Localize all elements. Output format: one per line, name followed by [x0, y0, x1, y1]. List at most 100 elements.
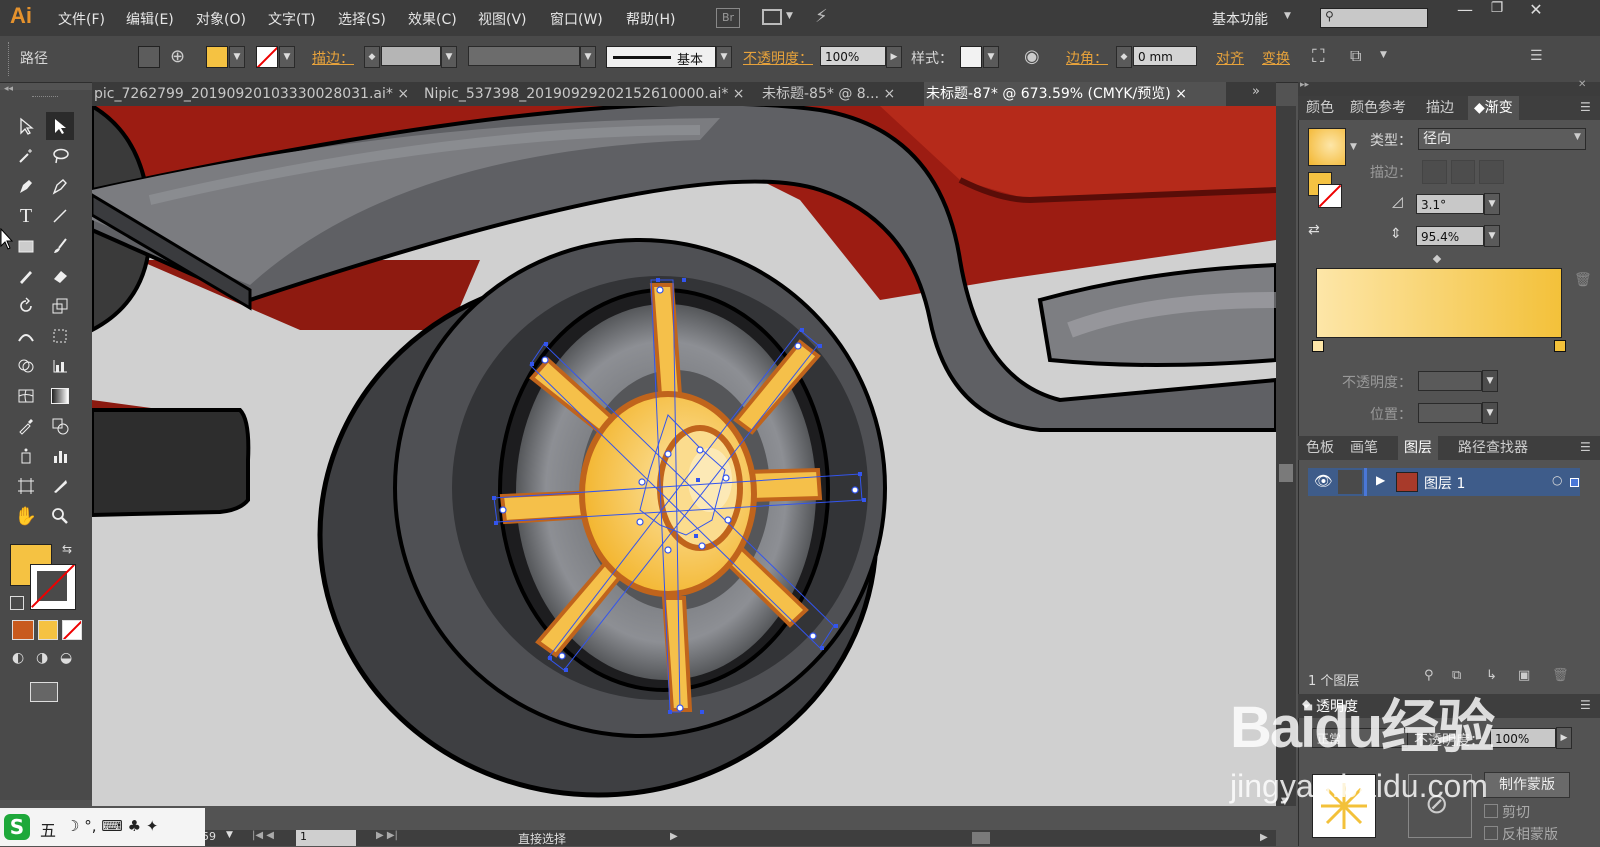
vertical-scroll-thumb[interactable]: [1279, 464, 1293, 482]
free-transform-tool-icon[interactable]: [46, 322, 74, 350]
tab-document-2[interactable]: Nipic_537398_20190929202152610000.ai* ×: [422, 82, 746, 106]
workspace-chevron-icon[interactable]: ▼: [1284, 11, 1291, 21]
sogou-logo-icon[interactable]: S: [4, 814, 30, 840]
invert-mask-checkbox[interactable]: [1484, 826, 1498, 840]
pen-tool-icon[interactable]: [12, 172, 40, 200]
collapse-icon[interactable]: ◂◂: [4, 84, 13, 94]
select-similar-icon[interactable]: ⛶: [1312, 46, 1325, 67]
menu-effect[interactable]: 效果(C): [408, 9, 457, 29]
workspace-switcher[interactable]: 基本功能: [1212, 9, 1268, 29]
stroke-none-swatch[interactable]: [256, 46, 278, 68]
gradient-opacity-dropdown-icon[interactable]: ▼: [1482, 370, 1498, 392]
gpu-performance-icon[interactable]: ⚡: [815, 6, 828, 27]
variable-width-dropdown-icon[interactable]: ▼: [580, 46, 596, 68]
tab-document-4-active[interactable]: 未标题-87* @ 673.59% (CMYK/预览) ×: [924, 82, 1226, 106]
expand-dock-icon[interactable]: ▸▸: [1300, 80, 1309, 90]
scale-tool-icon[interactable]: [46, 292, 74, 320]
horizontal-scroll-thumb[interactable]: [972, 832, 990, 844]
reverse-gradient-icon[interactable]: ⇄: [1308, 222, 1320, 238]
width-tool-icon[interactable]: [12, 322, 40, 350]
curvature-tool-icon[interactable]: [46, 172, 74, 200]
stroke-gradient-along-icon[interactable]: [1450, 160, 1476, 184]
opacity-field[interactable]: 100%: [820, 46, 886, 66]
tab-swatches[interactable]: 色板: [1306, 436, 1334, 460]
menu-file[interactable]: 文件(F): [58, 9, 105, 29]
swap-colors-icon[interactable]: ⇆: [62, 542, 72, 556]
menu-edit[interactable]: 编辑(E): [126, 9, 174, 29]
color-mode-icon[interactable]: [12, 620, 34, 640]
transform-button[interactable]: 变换: [1262, 48, 1290, 68]
isolation-dropdown-icon[interactable]: ▼: [1380, 50, 1387, 60]
angle-dropdown-icon[interactable]: ▼: [1484, 193, 1500, 215]
zoom-tool-icon[interactable]: [46, 502, 74, 530]
stroke-gradient-within-icon[interactable]: [1422, 160, 1447, 184]
gradient-angle-field[interactable]: 3.1°: [1416, 194, 1484, 214]
close-tab-icon[interactable]: ×: [1175, 86, 1187, 102]
stroke-label[interactable]: 描边：: [312, 48, 354, 68]
gradient-tool-icon[interactable]: [46, 382, 74, 410]
stroke-gradient-across-icon[interactable]: [1479, 160, 1505, 184]
next-artboard-icon[interactable]: ▶ ▶|: [376, 830, 398, 841]
lock-toggle[interactable]: [1338, 470, 1362, 494]
draw-normal-icon[interactable]: ◐: [12, 650, 32, 668]
direct-selection-tool-icon[interactable]: [46, 112, 74, 140]
transparency-panel-menu-icon[interactable]: ☰: [1580, 698, 1591, 712]
magic-wand-tool-icon[interactable]: [12, 142, 40, 170]
stroke-dropdown-icon[interactable]: ▼: [279, 46, 295, 68]
tab-stroke[interactable]: 描边: [1426, 96, 1454, 120]
shape-builder-tool-icon[interactable]: [12, 352, 40, 380]
stroke-color-swatch[interactable]: [30, 564, 76, 610]
artboard-number-field[interactable]: 1: [296, 830, 356, 846]
brush-definition-field[interactable]: 基本: [606, 46, 716, 68]
column-graph-tool-icon[interactable]: [46, 442, 74, 470]
expand-layer-icon[interactable]: ▶: [1376, 473, 1385, 487]
pencil-tool-icon[interactable]: [12, 262, 40, 290]
gradient-type-select[interactable]: 径向: [1418, 128, 1586, 150]
lasso-tool-icon[interactable]: [46, 142, 74, 170]
paintbrush-tool-icon[interactable]: [46, 232, 74, 260]
transparency-opacity-field[interactable]: 100%: [1490, 728, 1556, 748]
gradient-panel-menu-icon[interactable]: ☰: [1580, 100, 1591, 114]
ime-mode[interactable]: 五: [40, 817, 56, 841]
menu-window[interactable]: 窗口(W): [550, 9, 603, 29]
search-input[interactable]: ⚲: [1320, 8, 1428, 28]
corner-field[interactable]: 0 mm: [1133, 46, 1197, 66]
scroll-right-icon[interactable]: ▶: [1260, 832, 1268, 843]
delete-stop-icon[interactable]: 🗑: [1574, 272, 1592, 288]
style-swatch[interactable]: [960, 46, 982, 68]
target-circle-icon[interactable]: ○: [1552, 473, 1562, 487]
isolation-mode-icon[interactable]: ⧉: [1350, 46, 1361, 66]
dock-close-icon[interactable]: ✕: [1578, 79, 1586, 90]
first-artboard-icon[interactable]: |◀ ◀: [252, 830, 274, 841]
layer-row[interactable]: 👁 ▶ 图层 1 ○: [1308, 468, 1580, 496]
gradient-stroke-icon[interactable]: [1318, 184, 1342, 208]
visibility-eye-icon[interactable]: 👁: [1314, 472, 1333, 490]
gradient-preset-dropdown-icon[interactable]: ▼: [1350, 142, 1357, 152]
tab-document-3[interactable]: 未标题-85* @ 8... ×: [760, 82, 922, 106]
gradient-location-field[interactable]: [1418, 403, 1482, 423]
gradient-aspect-field[interactable]: 95.4%: [1416, 226, 1484, 246]
opacity-label[interactable]: 不透明度：: [743, 48, 813, 68]
selection-tool-icon[interactable]: [12, 112, 40, 140]
line-tool-icon[interactable]: [46, 202, 74, 230]
tab-document-1[interactable]: pic_7262799_20190920103330028031.ai* ×: [92, 82, 416, 106]
close-window-button[interactable]: ✕: [1516, 0, 1556, 22]
tab-color-guide[interactable]: 颜色参考: [1350, 96, 1406, 120]
layers-panel-menu-icon[interactable]: ☰: [1580, 440, 1591, 454]
tab-overflow-icon[interactable]: »: [1252, 84, 1260, 99]
target-icon[interactable]: ⊕: [170, 46, 192, 68]
close-tab-icon[interactable]: ×: [733, 86, 745, 102]
artboard-canvas[interactable]: [92, 106, 1276, 806]
stroke-weight-stepper[interactable]: ◆: [364, 46, 380, 68]
screen-mode-icon[interactable]: [30, 682, 58, 702]
aspect-dropdown-icon[interactable]: ▼: [1484, 225, 1500, 247]
gradient-mode-icon[interactable]: [38, 620, 58, 640]
bridge-button[interactable]: Br: [716, 8, 740, 28]
close-tab-icon[interactable]: ×: [397, 86, 409, 102]
eraser-tool-icon[interactable]: [46, 262, 74, 290]
menu-select[interactable]: 选择(S): [338, 9, 386, 29]
current-tool-status[interactable]: 直接选择: [518, 830, 566, 847]
type-tool-icon[interactable]: T: [12, 202, 40, 230]
chevron-down-icon[interactable]: ▼: [786, 11, 793, 21]
gradient-stop-right[interactable]: [1554, 340, 1566, 352]
